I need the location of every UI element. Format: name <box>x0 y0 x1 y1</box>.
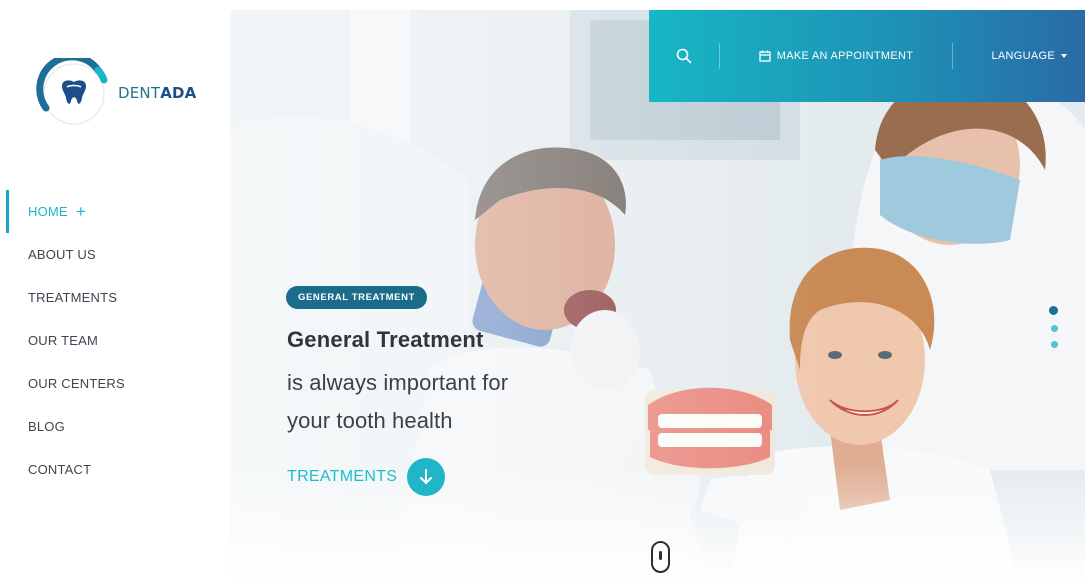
nav-item-home[interactable]: HOME + <box>0 190 230 233</box>
nav-item-label: ABOUT US <box>28 247 96 262</box>
nav-item-label: HOME <box>28 204 68 219</box>
nav-item-label: TREATMENTS <box>28 290 118 305</box>
brand-name-light: DENT <box>118 84 161 102</box>
slider-dot-1[interactable] <box>1049 306 1058 315</box>
scroll-mouse-icon[interactable] <box>651 541 670 573</box>
category-badge: GENERAL TREATMENT <box>286 286 427 309</box>
arrow-down-icon <box>407 458 446 496</box>
nav-item-label: BLOG <box>28 419 65 434</box>
nav-item-contact[interactable]: CONTACT <box>0 448 230 491</box>
nav-item-label: CONTACT <box>28 462 92 477</box>
top-bar: MAKE AN APPOINTMENT LANGUAGE <box>649 10 1085 102</box>
slider-dot-3[interactable] <box>1051 341 1058 348</box>
nav-item-about-us[interactable]: ABOUT US <box>0 233 230 276</box>
language-dropdown[interactable]: LANGUAGE <box>953 50 1085 62</box>
treatments-cta[interactable]: TREATMENTS <box>287 458 446 496</box>
tooth-logo-icon <box>36 53 112 128</box>
make-appointment-button[interactable]: MAKE AN APPOINTMENT <box>720 50 952 62</box>
search-icon <box>676 48 692 64</box>
appointment-label: MAKE AN APPOINTMENT <box>776 50 914 62</box>
nav-item-our-team[interactable]: OUR TEAM <box>0 319 230 362</box>
slider-dot-2[interactable] <box>1051 325 1058 332</box>
main-nav: HOME + ABOUT US TREATMENTS OUR TEAM OUR … <box>0 190 230 491</box>
search-button[interactable] <box>649 48 719 64</box>
nav-item-our-centers[interactable]: OUR CENTERS <box>0 362 230 405</box>
calendar-icon <box>759 50 771 62</box>
slide-subline-1: is always important for <box>287 370 509 395</box>
brand-name: DENTADA <box>118 84 197 102</box>
plus-icon: + <box>75 202 86 221</box>
caret-down-icon <box>1061 54 1067 58</box>
language-label: LANGUAGE <box>991 50 1055 62</box>
sidebar: DENTADA HOME + ABOUT US TREATMENTS OUR T… <box>0 0 230 586</box>
nav-item-blog[interactable]: BLOG <box>0 405 230 448</box>
cta-label: TREATMENTS <box>287 468 398 485</box>
nav-item-treatments[interactable]: TREATMENTS <box>0 276 230 319</box>
slide-subline-2: your tooth health <box>287 408 453 433</box>
brand-name-bold: ADA <box>160 84 197 102</box>
logo[interactable]: DENTADA <box>36 53 197 128</box>
slide-headline: General Treatment <box>287 327 484 352</box>
nav-item-label: OUR TEAM <box>28 333 98 348</box>
nav-item-label: OUR CENTERS <box>28 376 125 391</box>
